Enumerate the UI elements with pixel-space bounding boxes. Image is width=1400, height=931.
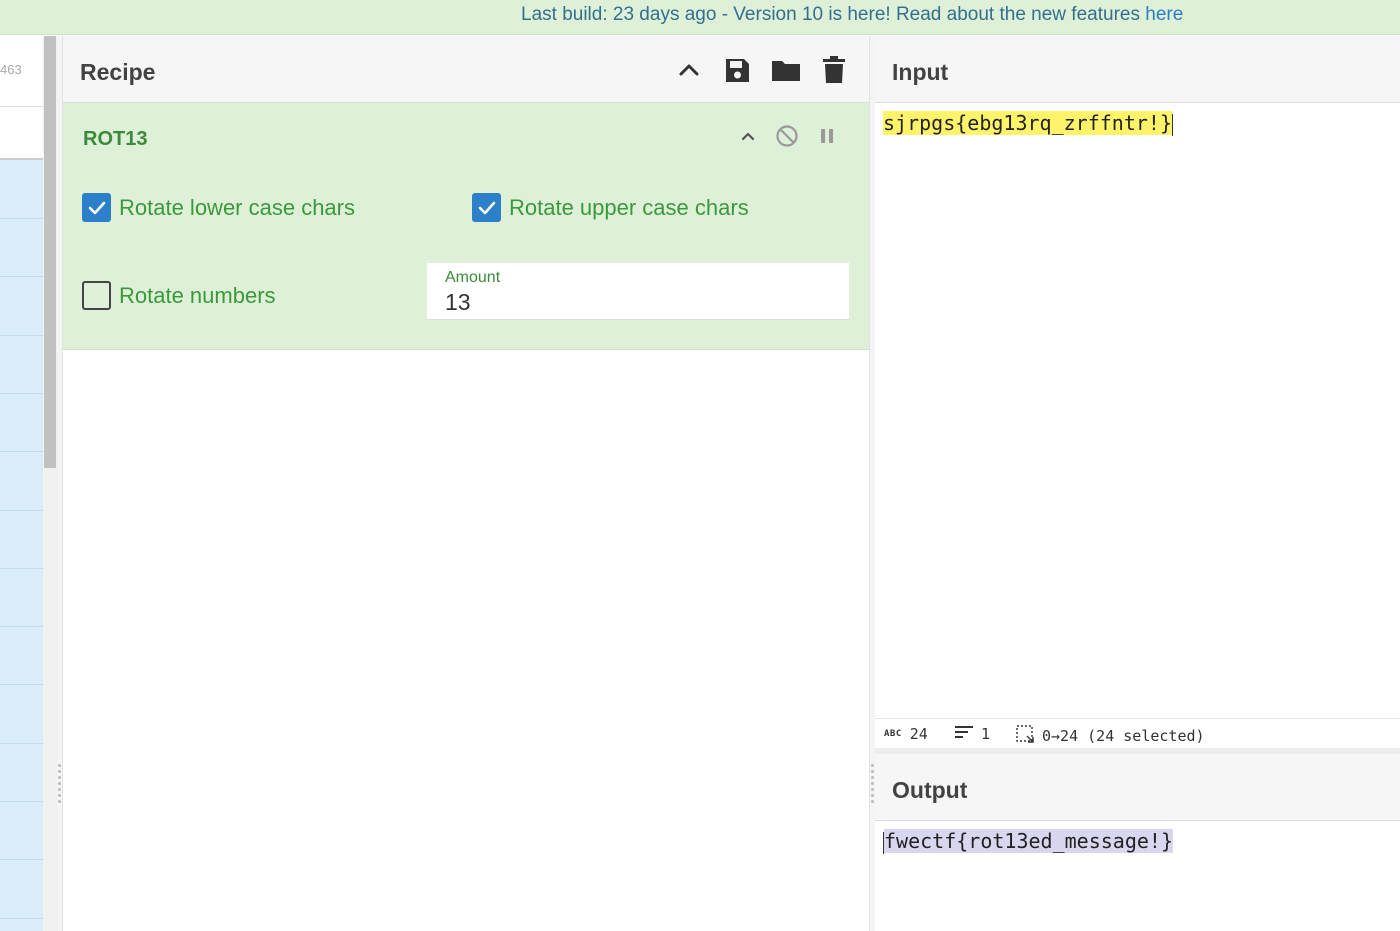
chevron-up-icon[interactable] — [675, 56, 703, 84]
rotate-numbers-checkbox-row[interactable]: Rotate numbers — [82, 281, 276, 310]
save-icon[interactable] — [723, 56, 751, 84]
scrollbar-thumb[interactable] — [44, 36, 56, 468]
folder-icon[interactable] — [771, 56, 800, 84]
selection-indicator: 0→24 (24 selected) — [1016, 725, 1205, 747]
collapse-chevron-icon[interactable] — [735, 123, 761, 149]
checkmark-icon — [88, 201, 105, 214]
length-indicator: ABC 24 — [884, 725, 928, 743]
recipe-header: Recipe — [63, 36, 869, 103]
length-value: 24 — [909, 725, 928, 743]
rotate-lower-checkbox[interactable] — [82, 193, 111, 222]
operations-list-row-divider — [0, 393, 43, 394]
operations-list-row-divider — [0, 568, 43, 569]
trash-icon[interactable] — [821, 56, 849, 84]
operations-list-row-divider — [0, 626, 43, 627]
output-textarea[interactable]: fwectf{rot13ed_message!} — [883, 829, 1173, 854]
input-panel: Input sjrpgs{ebg13rq_zrffntr!} — [875, 36, 1400, 718]
selection-value: 0→24 (24 selected) — [1042, 727, 1205, 745]
operations-header-divider — [0, 106, 43, 107]
operations-list-row-divider — [0, 510, 43, 511]
rotate-lower-label: Rotate lower case chars — [119, 194, 355, 220]
operation-card-rot13[interactable]: ROT13 Rotate lower case chars Rotate upp… — [63, 103, 869, 350]
output-title: Output — [892, 777, 968, 803]
operations-list[interactable] — [0, 160, 43, 931]
input-text[interactable]: sjrpgs{ebg13rq_zrffntr!} — [883, 111, 1172, 135]
operations-list-row-divider — [0, 801, 43, 802]
resizer-grip[interactable] — [58, 764, 62, 810]
recipe-panel: Recipe ROT13 Rotate lower case chars Rot… — [63, 36, 869, 931]
operations-list-row-divider — [0, 684, 43, 685]
pause-icon[interactable] — [814, 123, 840, 149]
abc-icon: ABC — [884, 729, 902, 739]
output-header: Output — [875, 754, 1400, 821]
banner-link[interactable]: here — [1145, 4, 1183, 25]
lines-indicator: 1 — [955, 725, 990, 743]
operations-scrollbar[interactable] — [43, 36, 57, 931]
text-caret — [1171, 113, 1173, 136]
operations-list-row-divider — [0, 335, 43, 336]
input-textarea[interactable]: sjrpgs{ebg13rq_zrffntr!} — [883, 111, 1173, 136]
operations-list-row-divider — [0, 743, 43, 744]
input-header: Input — [875, 36, 1400, 103]
amount-label: Amount — [445, 269, 501, 286]
lines-value: 1 — [981, 725, 991, 743]
operations-count: 463 — [0, 62, 22, 77]
disable-icon[interactable] — [774, 123, 800, 149]
operations-list-row-divider — [0, 218, 43, 219]
checkmark-icon — [478, 201, 495, 214]
operation-title: ROT13 — [83, 128, 148, 150]
input-title: Input — [892, 59, 949, 85]
operations-list-row-divider — [0, 451, 43, 452]
input-status-bar: ABC 24 1 0→24 (24 selected) — [875, 718, 1400, 748]
operations-list-row-divider — [0, 859, 43, 860]
operations-panel: 463 — [0, 36, 43, 931]
rotate-upper-label: Rotate upper case chars — [509, 194, 749, 220]
operations-list-row-divider — [0, 276, 43, 277]
rotate-upper-checkbox-row[interactable]: Rotate upper case chars — [472, 193, 749, 222]
banner-text: Last build: 23 days ago - Version 10 is … — [521, 4, 1146, 25]
operations-list-row-divider — [0, 918, 43, 919]
rotate-upper-checkbox[interactable] — [472, 193, 501, 222]
top-banner: Last build: 23 days ago - Version 10 is … — [0, 0, 1400, 35]
selection-icon — [1016, 725, 1034, 747]
rotate-numbers-checkbox[interactable] — [82, 281, 111, 310]
banner-message: Last build: 23 days ago - Version 10 is … — [521, 4, 1183, 26]
amount-input[interactable]: Amount 13 — [427, 263, 849, 320]
amount-value[interactable]: 13 — [445, 289, 471, 316]
lines-icon — [955, 725, 973, 743]
rotate-numbers-label: Rotate numbers — [119, 282, 276, 308]
output-text[interactable]: fwectf{rot13ed_message!} — [884, 829, 1173, 853]
output-panel: Output fwectf{rot13ed_message!} — [875, 754, 1400, 931]
rotate-lower-checkbox-row[interactable]: Rotate lower case chars — [82, 193, 355, 222]
recipe-title: Recipe — [80, 59, 156, 85]
